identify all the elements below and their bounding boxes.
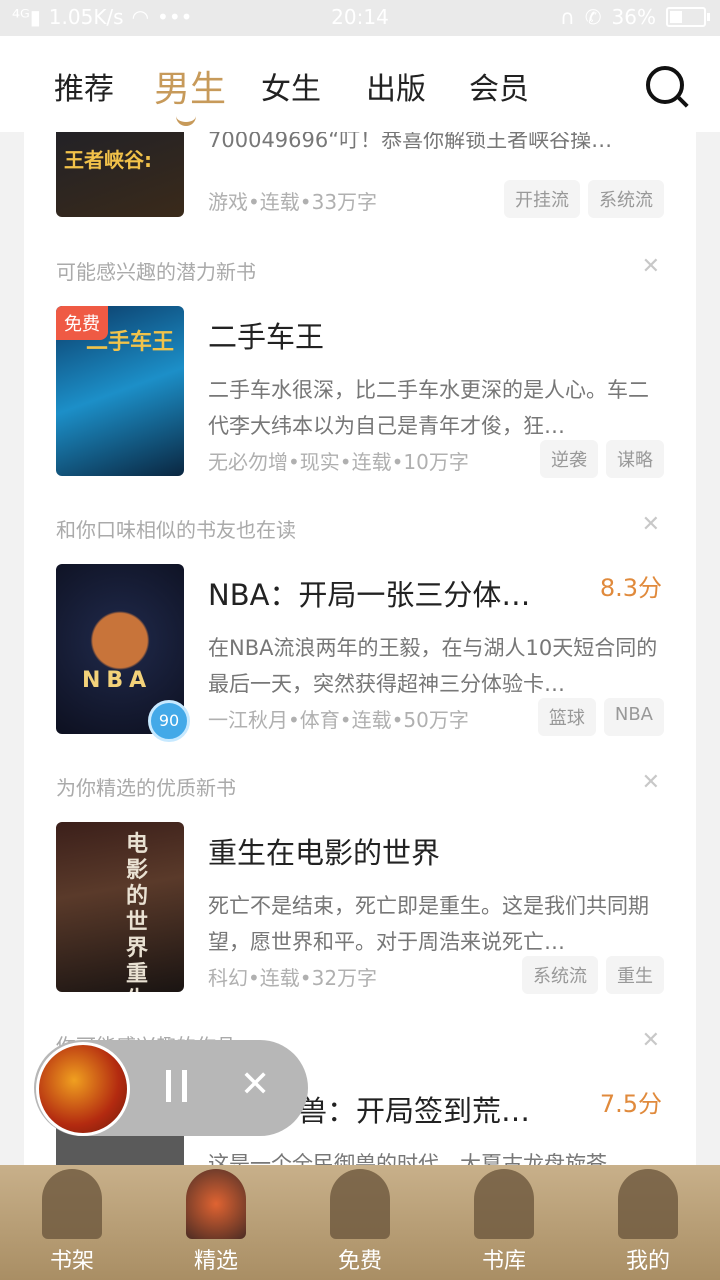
pause-icon[interactable]: [166, 1070, 190, 1102]
book-title[interactable]: 兽：开局签到荒…: [298, 1088, 530, 1130]
nav-label: 我的: [625, 1249, 670, 1274]
cover-title: 电影的世界 重生在: [126, 832, 149, 992]
book-tag[interactable]: 谋略: [606, 440, 664, 478]
audio-player[interactable]: ✕: [34, 1040, 308, 1136]
close-icon[interactable]: ✕: [642, 254, 660, 279]
section-header: 和你口味相似的书友也在读: [56, 518, 296, 542]
book-desc: 在NBA流浪两年的王毅，在与湖人10天短合同的最后一天，突然获得超神三分体验卡…: [208, 636, 658, 696]
bottom-nav: 书架 精选 免费 书库 我的: [0, 1165, 720, 1280]
nav-label: 精选: [193, 1249, 238, 1274]
cover-title: 王者峡谷:: [64, 148, 152, 172]
nav-label: 书架: [49, 1249, 94, 1274]
book-tag[interactable]: 篮球: [537, 698, 596, 736]
featured-icon: [186, 1169, 246, 1239]
book-cover[interactable]: 王者峡谷:: [56, 132, 184, 217]
book-desc: 死亡不是结束，死亡即是重生。这是我们共同期望，愿世界和平。对于周浩来说死亡…: [208, 894, 649, 954]
section-header: 为你精选的优质新书: [56, 776, 236, 800]
score-badge: 90: [148, 700, 190, 742]
nav-free[interactable]: 免费: [288, 1165, 432, 1280]
book-tag[interactable]: 系统流: [522, 956, 598, 994]
nav-bookshelf[interactable]: 书架: [0, 1165, 144, 1280]
book-title[interactable]: NBA：开局一张三分体…: [208, 572, 530, 614]
book-cover[interactable]: 电影的世界 重生在: [56, 822, 184, 992]
nav-featured[interactable]: 精选: [144, 1165, 288, 1280]
book-rating: 7.5分: [599, 1090, 662, 1118]
nav-me[interactable]: 我的: [576, 1165, 720, 1280]
top-tab-bar: 推荐 男生 女生 出版 会员: [0, 36, 720, 132]
book-tag[interactable]: 重生: [606, 956, 664, 994]
library-icon: [474, 1169, 534, 1239]
tab-male[interactable]: 男生: [154, 60, 226, 112]
book-tag[interactable]: 开挂流: [504, 180, 580, 218]
headset-icon: ∩: [560, 5, 575, 29]
book-meta: 一江秋月•体育•连载•50万字: [208, 708, 469, 732]
bookshelf-icon: [42, 1169, 102, 1239]
tab-female[interactable]: 女生: [261, 64, 321, 108]
close-icon[interactable]: ✕: [642, 1028, 660, 1053]
book-desc: （看本书前可以先看看作品相关）QQ书友群号700049696“叮！恭喜你解锁王者…: [208, 132, 613, 152]
close-player-icon[interactable]: ✕: [240, 1064, 270, 1105]
status-bar: ⁴ᴳ▮ 1.05K/s ◠ ••• 20:14 ∩ ✆ 36%: [0, 0, 720, 36]
book-title[interactable]: 重生在电影的世界: [208, 830, 440, 872]
book-feed: 王者峡谷: （看本书前可以先看看作品相关）QQ书友群号700049696“叮！恭…: [24, 132, 696, 1165]
book-rating: 8.3分: [599, 574, 662, 602]
free-badge: 免费: [56, 306, 108, 340]
book-tag[interactable]: NBA: [603, 698, 664, 736]
close-icon[interactable]: ✕: [642, 770, 660, 795]
tab-vip[interactable]: 会员: [469, 64, 529, 108]
tab-publish[interactable]: 出版: [366, 64, 426, 108]
profile-icon: [618, 1169, 678, 1239]
book-meta: 科幻•连载•32万字: [208, 966, 378, 990]
book-meta: 游戏•连载•33万字: [208, 190, 378, 214]
book-title[interactable]: 二手车王: [208, 314, 324, 356]
book-desc: 这是一个全民御兽的时代，大夏古龙盘旋苍…: [208, 1152, 628, 1165]
player-cover[interactable]: [36, 1042, 130, 1136]
search-icon[interactable]: [646, 66, 684, 104]
battery-icon: [666, 7, 710, 27]
tab-recommend[interactable]: 推荐: [54, 64, 114, 108]
battery-percent: 36%: [611, 5, 656, 29]
close-icon[interactable]: ✕: [642, 512, 660, 537]
nav-library[interactable]: 书库: [432, 1165, 576, 1280]
book-tag[interactable]: 系统流: [588, 180, 664, 218]
book-meta: 无必勿增•现实•连载•10万字: [208, 450, 469, 474]
call-icon: ✆: [584, 5, 602, 29]
nav-label: 免费: [337, 1249, 382, 1274]
active-tab-indicator: [176, 114, 196, 126]
free-icon: [330, 1169, 390, 1239]
book-tag[interactable]: 逆袭: [540, 440, 598, 478]
section-header: 可能感兴趣的潜力新书: [56, 260, 256, 284]
cover-title: NBA: [82, 668, 153, 693]
book-cover[interactable]: 二手车王 免费: [56, 306, 184, 476]
nav-label: 书库: [481, 1249, 526, 1274]
book-desc: 二手车水很深，比二手车水更深的是人心。车二代李大纬本以为自己是青年才俊，狂…: [208, 378, 649, 438]
